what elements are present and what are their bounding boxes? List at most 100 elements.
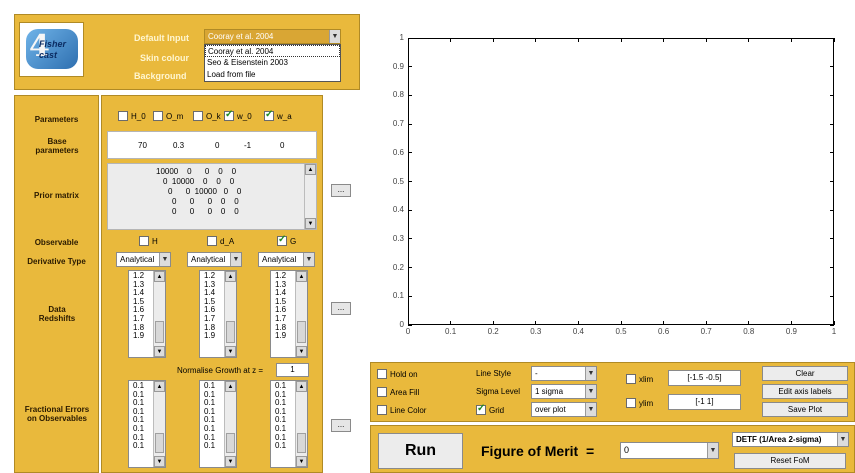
scroll-thumb[interactable] (297, 433, 306, 453)
redshift-scrollbar[interactable]: ▲ ▼ (153, 271, 165, 357)
checkbox-h0[interactable] (118, 111, 128, 121)
prior-matrix-more-button[interactable]: ... (331, 184, 351, 197)
line-style-dropdown[interactable]: - ▼ (531, 366, 597, 381)
fom-value-field[interactable]: 0 ▼ (620, 442, 719, 459)
y-tick-label: 0.8 (392, 90, 404, 100)
reset-fom-button[interactable]: Reset FoM (734, 453, 846, 469)
scroll-down-icon[interactable]: ▼ (225, 456, 236, 467)
checkbox-grid[interactable] (476, 403, 486, 415)
redshift-item[interactable]: 1.9 (275, 332, 286, 341)
redshift-scrollbar[interactable]: ▲ ▼ (295, 271, 307, 357)
chevron-down-icon[interactable]: ▼ (303, 253, 314, 266)
skin-colour-label: Skin colour (140, 53, 190, 63)
error-item[interactable]: 0.1 (275, 442, 286, 451)
scroll-up-icon[interactable]: ▲ (296, 271, 307, 282)
chevron-down-icon[interactable]: ▼ (329, 30, 340, 43)
redshift-scrollbar[interactable]: ▲ ▼ (224, 271, 236, 357)
fom-type-value: DETF (1/Area 2-sigma) (736, 435, 822, 444)
checkbox-line-color[interactable] (377, 405, 387, 415)
chevron-down-icon[interactable]: ▼ (230, 253, 241, 266)
error-list-h[interactable]: 0.1 0.1 0.1 0.1 0.1 0.1 0.1 0.1 ▲ ▼ (128, 380, 166, 468)
redshift-list-da[interactable]: 1.2 1.3 1.4 1.5 1.6 1.7 1.8 1.9 ▲ ▼ (199, 270, 237, 358)
base-parameters-field[interactable]: 70 0.3 0 -1 0 (107, 131, 317, 159)
error-scrollbar[interactable]: ▲ ▼ (295, 381, 307, 467)
prior-scrollbar[interactable]: ▲ ▼ (304, 164, 316, 229)
redshift-item[interactable]: 1.9 (133, 332, 144, 341)
base-value: 70 (138, 141, 147, 150)
edit-axis-labels-button[interactable]: Edit axis labels (762, 384, 848, 399)
error-scrollbar[interactable]: ▲ ▼ (224, 381, 236, 467)
chevron-down-icon[interactable]: ▼ (585, 403, 596, 416)
checkbox-area-fill[interactable] (377, 387, 387, 397)
redshift-list-g[interactable]: 1.2 1.3 1.4 1.5 1.6 1.7 1.8 1.9 ▲ ▼ (270, 270, 308, 358)
xlim-input[interactable]: [-1.5 -0.5] (668, 370, 741, 386)
grid-dropdown[interactable]: over plot ▼ (531, 402, 597, 417)
checkbox-da[interactable] (207, 236, 217, 246)
scroll-up-icon[interactable]: ▲ (154, 271, 165, 282)
chevron-down-icon[interactable]: ▼ (585, 367, 596, 380)
ylim-input[interactable]: [-1 1] (668, 394, 741, 410)
scroll-thumb[interactable] (155, 321, 164, 343)
dropdown-option[interactable]: Load from file (205, 69, 340, 81)
error-item[interactable]: 0.1 (204, 442, 215, 451)
scroll-down-icon[interactable]: ▼ (296, 346, 307, 357)
checkbox-om[interactable] (153, 111, 163, 121)
scroll-down-icon[interactable]: ▼ (305, 218, 316, 229)
checkbox-hold-on[interactable] (377, 369, 387, 379)
error-item[interactable]: 0.1 (133, 442, 144, 451)
sigma-level-dropdown[interactable]: 1 sigma ▼ (531, 384, 597, 399)
normalise-growth-input[interactable]: 1 (276, 363, 309, 377)
y-tick (830, 123, 834, 125)
checkbox-h[interactable] (139, 236, 149, 246)
checkbox-ylim[interactable] (626, 398, 636, 408)
error-scrollbar[interactable]: ▲ ▼ (153, 381, 165, 467)
error-more-button[interactable]: ... (331, 419, 351, 432)
scroll-thumb[interactable] (226, 321, 235, 343)
prior-matrix-field[interactable]: 10000 0 0 0 0 0 10000 0 0 0 0 0 10000 0 … (107, 163, 317, 230)
scroll-thumb[interactable] (226, 433, 235, 453)
fom-type-dropdown[interactable]: DETF (1/Area 2-sigma) ▼ (732, 432, 849, 447)
plot-axes[interactable] (408, 38, 834, 325)
derivative-dropdown-da[interactable]: Analytical ▼ (187, 252, 242, 267)
clear-button[interactable]: Clear (762, 366, 848, 381)
default-input-dropdown[interactable]: Cooray et al. 2004 ▼ (204, 29, 341, 44)
scroll-up-icon[interactable]: ▲ (305, 164, 316, 175)
checkbox-w0[interactable] (224, 109, 234, 121)
scroll-up-icon[interactable]: ▲ (296, 381, 307, 392)
checkbox-g[interactable] (277, 234, 287, 246)
run-button[interactable]: Run (378, 433, 463, 469)
dropdown-option[interactable]: Cooray et al. 2004 (205, 45, 340, 57)
scroll-up-icon[interactable]: ▲ (225, 381, 236, 392)
scroll-up-icon[interactable]: ▲ (154, 381, 165, 392)
chevron-down-icon[interactable]: ▼ (707, 443, 718, 458)
error-list-da[interactable]: 0.1 0.1 0.1 0.1 0.1 0.1 0.1 0.1 ▲ ▼ (199, 380, 237, 468)
checkbox-xlim[interactable] (626, 374, 636, 384)
save-plot-button[interactable]: Save Plot (762, 402, 848, 417)
x-tick-label: 0.3 (530, 327, 542, 336)
redshift-item[interactable]: 1.9 (204, 332, 215, 341)
scroll-down-icon[interactable]: ▼ (154, 456, 165, 467)
chevron-down-icon[interactable]: ▼ (159, 253, 170, 266)
chevron-down-icon[interactable]: ▼ (585, 385, 596, 398)
x-tick (620, 321, 622, 325)
x-tick (790, 321, 792, 325)
scroll-up-icon[interactable]: ▲ (225, 271, 236, 282)
base-value: 0 (280, 141, 285, 150)
derivative-dropdown-h[interactable]: Analytical ▼ (116, 252, 171, 267)
checkbox-ok[interactable] (193, 111, 203, 121)
figure-of-merit-label: Figure of Merit = (481, 443, 595, 459)
scroll-down-icon[interactable]: ▼ (154, 346, 165, 357)
scroll-down-icon[interactable]: ▼ (296, 456, 307, 467)
checkbox-wa[interactable] (264, 109, 274, 121)
redshift-list-h[interactable]: 1.2 1.3 1.4 1.5 1.6 1.7 1.8 1.9 ▲ ▼ (128, 270, 166, 358)
derivative-dropdown-g[interactable]: Analytical ▼ (258, 252, 315, 267)
dropdown-option[interactable]: Seo & Eisenstein 2003 (205, 57, 340, 69)
y-tick (408, 181, 412, 182)
ylim-label: ylim (639, 399, 654, 408)
scroll-thumb[interactable] (297, 321, 306, 343)
scroll-down-icon[interactable]: ▼ (225, 346, 236, 357)
error-list-g[interactable]: 0.1 0.1 0.1 0.1 0.1 0.1 0.1 0.1 ▲ ▼ (270, 380, 308, 468)
chevron-down-icon[interactable]: ▼ (837, 433, 848, 446)
redshift-more-button[interactable]: ... (331, 302, 351, 315)
scroll-thumb[interactable] (155, 433, 164, 453)
